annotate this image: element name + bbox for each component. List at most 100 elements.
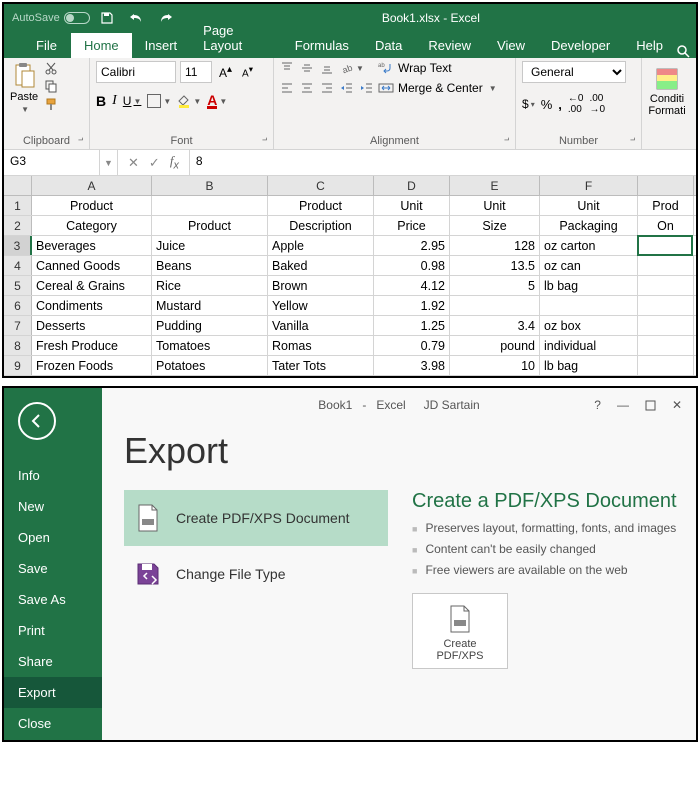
close-icon[interactable]: ✕ (672, 398, 682, 412)
row-hdr-6[interactable]: 6 (4, 296, 32, 315)
cell[interactable]: 10 (450, 356, 540, 375)
cell[interactable]: Condiments (32, 296, 152, 315)
paste-button[interactable]: Paste ▼ (10, 61, 38, 114)
col-B[interactable]: B (152, 176, 268, 195)
decrease-indent-icon[interactable] (340, 81, 354, 95)
cell[interactable]: 1.92 (374, 296, 450, 315)
row-hdr-7[interactable]: 7 (4, 316, 32, 335)
cell[interactable]: Tater Tots (268, 356, 374, 375)
col-G[interactable] (638, 176, 694, 195)
cell[interactable]: Description (268, 216, 374, 235)
cell[interactable]: Prod (638, 196, 694, 215)
percent-format-button[interactable]: % (541, 97, 553, 112)
cell[interactable]: individual (540, 336, 638, 355)
autosave-toggle[interactable]: AutoSave (12, 12, 90, 24)
row-hdr-2[interactable]: 2 (4, 216, 32, 235)
cell[interactable]: oz can (540, 256, 638, 275)
cell[interactable]: Product (152, 216, 268, 235)
sidebar-item-saveas[interactable]: Save As (4, 584, 102, 615)
cell[interactable]: Rice (152, 276, 268, 295)
tab-home[interactable]: Home (71, 33, 132, 58)
cell[interactable]: Apple (268, 236, 374, 255)
cell[interactable]: 4.12 (374, 276, 450, 295)
cell[interactable]: Unit (540, 196, 638, 215)
cell[interactable] (638, 336, 694, 355)
sidebar-item-print[interactable]: Print (4, 615, 102, 646)
wrap-text-button[interactable]: ab Wrap Text (378, 61, 497, 75)
cell[interactable]: Price (374, 216, 450, 235)
tab-page-layout[interactable]: Page Layout (190, 18, 282, 58)
spreadsheet-grid[interactable]: A B C D E F 1 Product Product Unit Unit … (4, 176, 696, 376)
row-hdr-3[interactable]: 3 (4, 236, 32, 255)
save-icon[interactable] (100, 11, 114, 25)
cell[interactable]: Category (32, 216, 152, 235)
col-D[interactable]: D (374, 176, 450, 195)
help-icon[interactable]: ? (594, 398, 601, 412)
redo-icon[interactable] (158, 11, 174, 25)
cell[interactable]: Product (268, 196, 374, 215)
increase-font-icon[interactable]: A▴ (216, 64, 235, 80)
sidebar-item-new[interactable]: New (4, 491, 102, 522)
align-bottom-icon[interactable] (320, 61, 334, 75)
tab-view[interactable]: View (484, 33, 538, 58)
search-icon[interactable] (676, 44, 696, 58)
row-hdr-8[interactable]: 8 (4, 336, 32, 355)
col-F[interactable]: F (540, 176, 638, 195)
create-pdf-button[interactable]: Create PDF/XPS (412, 593, 508, 669)
tab-developer[interactable]: Developer (538, 33, 623, 58)
cell[interactable]: Unit (374, 196, 450, 215)
sidebar-item-export[interactable]: Export (4, 677, 102, 708)
font-size-select[interactable] (180, 61, 212, 83)
sidebar-item-info[interactable]: Info (4, 460, 102, 491)
tab-help[interactable]: Help (623, 33, 676, 58)
fx-icon[interactable]: fx (170, 153, 179, 172)
row-hdr-9[interactable]: 9 (4, 356, 32, 375)
cell[interactable]: Size (450, 216, 540, 235)
cell[interactable]: lb bag (540, 276, 638, 295)
cancel-icon[interactable]: ✕ (128, 155, 139, 171)
name-box[interactable]: G3 (4, 150, 100, 175)
cell[interactable]: Fresh Produce (32, 336, 152, 355)
sidebar-item-save[interactable]: Save (4, 553, 102, 584)
borders-button[interactable]: ▼ (147, 94, 171, 108)
sidebar-item-close[interactable]: Close (4, 708, 102, 739)
bold-button[interactable]: B (96, 93, 106, 109)
cell[interactable] (638, 276, 694, 295)
row-hdr-4[interactable]: 4 (4, 256, 32, 275)
sidebar-item-open[interactable]: Open (4, 522, 102, 553)
cell[interactable]: 128 (450, 236, 540, 255)
cell[interactable]: 2.95 (374, 236, 450, 255)
cell[interactable]: lb bag (540, 356, 638, 375)
cell[interactable]: 3.98 (374, 356, 450, 375)
italic-button[interactable]: I (112, 93, 117, 109)
underline-button[interactable]: U▼ (123, 94, 142, 108)
cell[interactable] (638, 296, 694, 315)
cell[interactable]: Potatoes (152, 356, 268, 375)
format-painter-icon[interactable] (44, 97, 58, 111)
orientation-button[interactable]: ab▼ (340, 61, 364, 75)
sidebar-item-share[interactable]: Share (4, 646, 102, 677)
tab-review[interactable]: Review (415, 33, 484, 58)
cell[interactable]: Frozen Foods (32, 356, 152, 375)
col-C[interactable]: C (268, 176, 374, 195)
conditional-formatting-button[interactable]: Conditi Formati (648, 61, 686, 117)
cell[interactable]: Pudding (152, 316, 268, 335)
cell[interactable]: Beverages (32, 236, 152, 255)
cell[interactable]: Brown (268, 276, 374, 295)
cell[interactable]: Baked (268, 256, 374, 275)
cell[interactable]: pound (450, 336, 540, 355)
tab-insert[interactable]: Insert (132, 33, 191, 58)
col-A[interactable]: A (32, 176, 152, 195)
cell[interactable]: Juice (152, 236, 268, 255)
cell[interactable]: Yellow (268, 296, 374, 315)
cell[interactable]: 0.79 (374, 336, 450, 355)
cell[interactable]: Unit (450, 196, 540, 215)
accounting-format-button[interactable]: $▾ (522, 97, 535, 111)
cell[interactable]: Tomatoes (152, 336, 268, 355)
align-middle-icon[interactable] (300, 61, 314, 75)
undo-icon[interactable] (128, 11, 144, 25)
align-top-icon[interactable] (280, 61, 294, 75)
cell[interactable] (638, 316, 694, 335)
font-name-select[interactable] (96, 61, 176, 83)
enter-icon[interactable]: ✓ (149, 155, 160, 171)
